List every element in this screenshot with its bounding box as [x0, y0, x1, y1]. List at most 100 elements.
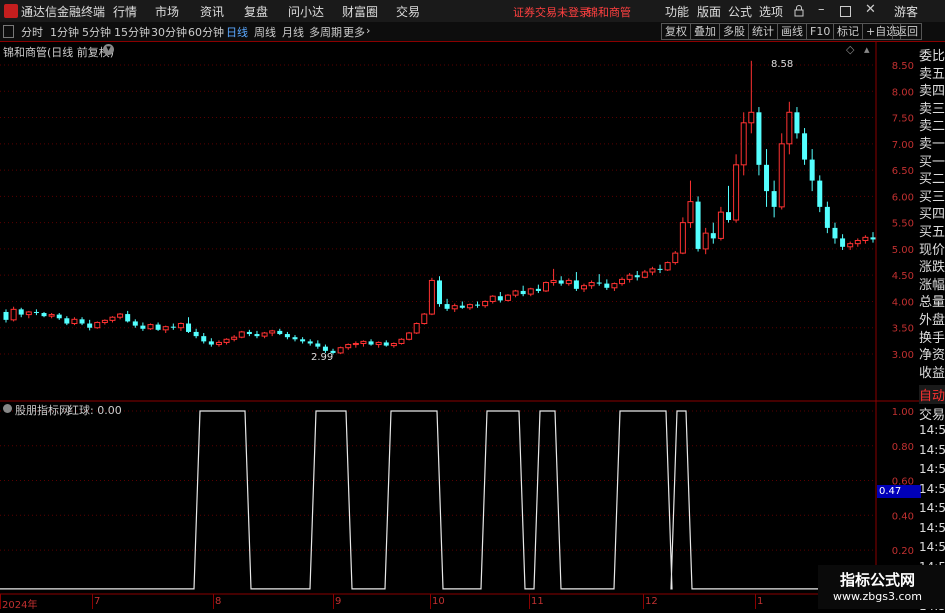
menu-options[interactable]: 选项	[759, 3, 783, 20]
candle-body	[840, 238, 846, 247]
candle-body	[733, 164, 740, 221]
candle-body	[596, 282, 602, 284]
candle-body	[87, 323, 93, 328]
menu-function[interactable]: 功能	[665, 3, 689, 20]
menu-formula[interactable]: 公式	[728, 3, 752, 20]
period-intraday[interactable]: 分时	[21, 24, 43, 40]
candle-body	[223, 338, 230, 343]
candle-body	[824, 206, 830, 228]
price-tick-label: 5.50	[892, 219, 914, 230]
period-60min[interactable]: 60分钟	[188, 24, 224, 40]
chart-area[interactable]: 8.50 8.00 7.50 7.00 6.50 6.00 5.50 5.00 4.50 4.00…	[0, 41, 945, 609]
candle-body	[147, 324, 154, 330]
quote-label: 换手	[919, 330, 945, 346]
candle-body	[390, 342, 397, 347]
user-guest[interactable]: 游客	[894, 3, 918, 20]
period-multi[interactable]: 多周期	[309, 24, 342, 40]
trade-label[interactable]: 交易	[919, 404, 945, 423]
diamond-icon[interactable]: ◇	[846, 43, 854, 56]
auto-trade-label[interactable]: 自动	[919, 385, 945, 404]
menu-trade[interactable]: 交易	[396, 3, 420, 20]
tool-mark[interactable]: 标记	[833, 23, 863, 40]
period-daily[interactable]: 日线	[226, 24, 248, 40]
x-axis-tick	[0, 594, 1, 609]
price-tick-label: 7.50	[892, 114, 914, 125]
candle-body	[41, 313, 47, 317]
candle-body	[413, 323, 420, 334]
x-axis-tick	[213, 594, 214, 609]
candle-body	[337, 347, 344, 354]
x-axis-label: 11	[531, 596, 544, 607]
tool-stats[interactable]: 统计	[748, 23, 778, 40]
price-tick-label: 4.50	[892, 271, 914, 282]
tick-time: 14:56	[919, 520, 945, 535]
indicator-settings-icon[interactable]	[3, 404, 12, 413]
quote-label: 买五	[919, 225, 945, 240]
price-ticks: 8.50 8.00 7.50 7.00 6.50 6.00 5.50 5.00 4.50 4.00…	[892, 61, 914, 557]
candle-body	[451, 305, 458, 310]
menu-ask[interactable]: 问小达	[288, 3, 324, 20]
menu-layout[interactable]: 版面	[697, 3, 721, 20]
collapse-icon[interactable]: ▴	[864, 43, 870, 56]
tool-f10[interactable]: F10	[806, 23, 835, 40]
lock-icon[interactable]	[794, 5, 804, 17]
x-axis-tick	[529, 594, 530, 609]
menu-quotes[interactable]: 行情	[113, 3, 137, 20]
menu-review[interactable]: 复盘	[244, 3, 268, 20]
tool-adjust[interactable]: 复权	[661, 23, 691, 40]
menu-news[interactable]: 资讯	[200, 3, 224, 20]
period-monthly[interactable]: 月线	[282, 24, 304, 40]
tool-overlay[interactable]: 叠加	[690, 23, 720, 40]
period-5min[interactable]: 5分钟	[82, 24, 111, 40]
period-30min[interactable]: 30分钟	[151, 24, 187, 40]
candle-body	[125, 314, 131, 322]
chevron-right-icon[interactable]: ›	[366, 24, 370, 37]
tool-multi-stock[interactable]: 多股	[719, 23, 749, 40]
candle-body	[687, 201, 694, 224]
period-1min[interactable]: 1分钟	[50, 24, 79, 40]
quote-label: 买一	[919, 154, 945, 170]
indicator-tick-label: 0.20	[892, 546, 914, 557]
candle-body	[482, 300, 489, 307]
candle-body	[672, 252, 679, 264]
close-icon[interactable]: ✕	[865, 2, 876, 17]
period-weekly[interactable]: 周线	[254, 24, 276, 40]
app-title: 通达信金融终端	[21, 5, 106, 19]
candle-body	[140, 325, 146, 329]
candle-body	[634, 275, 640, 278]
login-status[interactable]: 证券交易未登录	[513, 4, 590, 20]
tool-back[interactable]: 返回	[892, 23, 922, 40]
candle-body	[421, 313, 428, 325]
period-15min[interactable]: 15分钟	[114, 24, 150, 40]
tool-draw[interactable]: 画线	[777, 23, 807, 40]
chart-settings-icon[interactable]: ▾	[103, 44, 114, 55]
candle-body	[117, 313, 124, 318]
indicator-tick-label: 0.80	[892, 442, 914, 453]
candle-body	[702, 232, 709, 250]
candle-body	[162, 326, 169, 331]
candle-body	[573, 280, 579, 289]
menu-market[interactable]: 市场	[155, 3, 179, 20]
watermark-url: www.zbgs3.com	[833, 590, 922, 603]
candle-body	[428, 279, 435, 315]
candle-body	[246, 331, 252, 335]
menu-wealth[interactable]: 财富圈	[342, 3, 378, 20]
candle-body	[588, 282, 595, 287]
price-tick-label: 6.00	[892, 192, 914, 203]
candle-body	[817, 180, 823, 207]
minimize-icon[interactable]: –	[818, 2, 825, 17]
period-more[interactable]: 更多	[343, 24, 365, 40]
quote-label: 总量	[919, 295, 945, 311]
maximize-icon[interactable]	[840, 6, 851, 17]
tick-time: 14:56	[919, 501, 945, 515]
panel-toggle-icon[interactable]	[3, 25, 14, 38]
app-logo-icon	[4, 4, 18, 18]
quote-label: 涨跌	[919, 260, 945, 276]
tick-time: 14:56	[919, 423, 945, 437]
quote-label: 买二	[919, 172, 945, 188]
candle-body	[756, 112, 762, 165]
candle-body	[368, 341, 374, 345]
indicator-value: 红球: 0.00	[68, 404, 122, 417]
candle-body	[626, 274, 633, 280]
candle-body	[520, 290, 526, 295]
